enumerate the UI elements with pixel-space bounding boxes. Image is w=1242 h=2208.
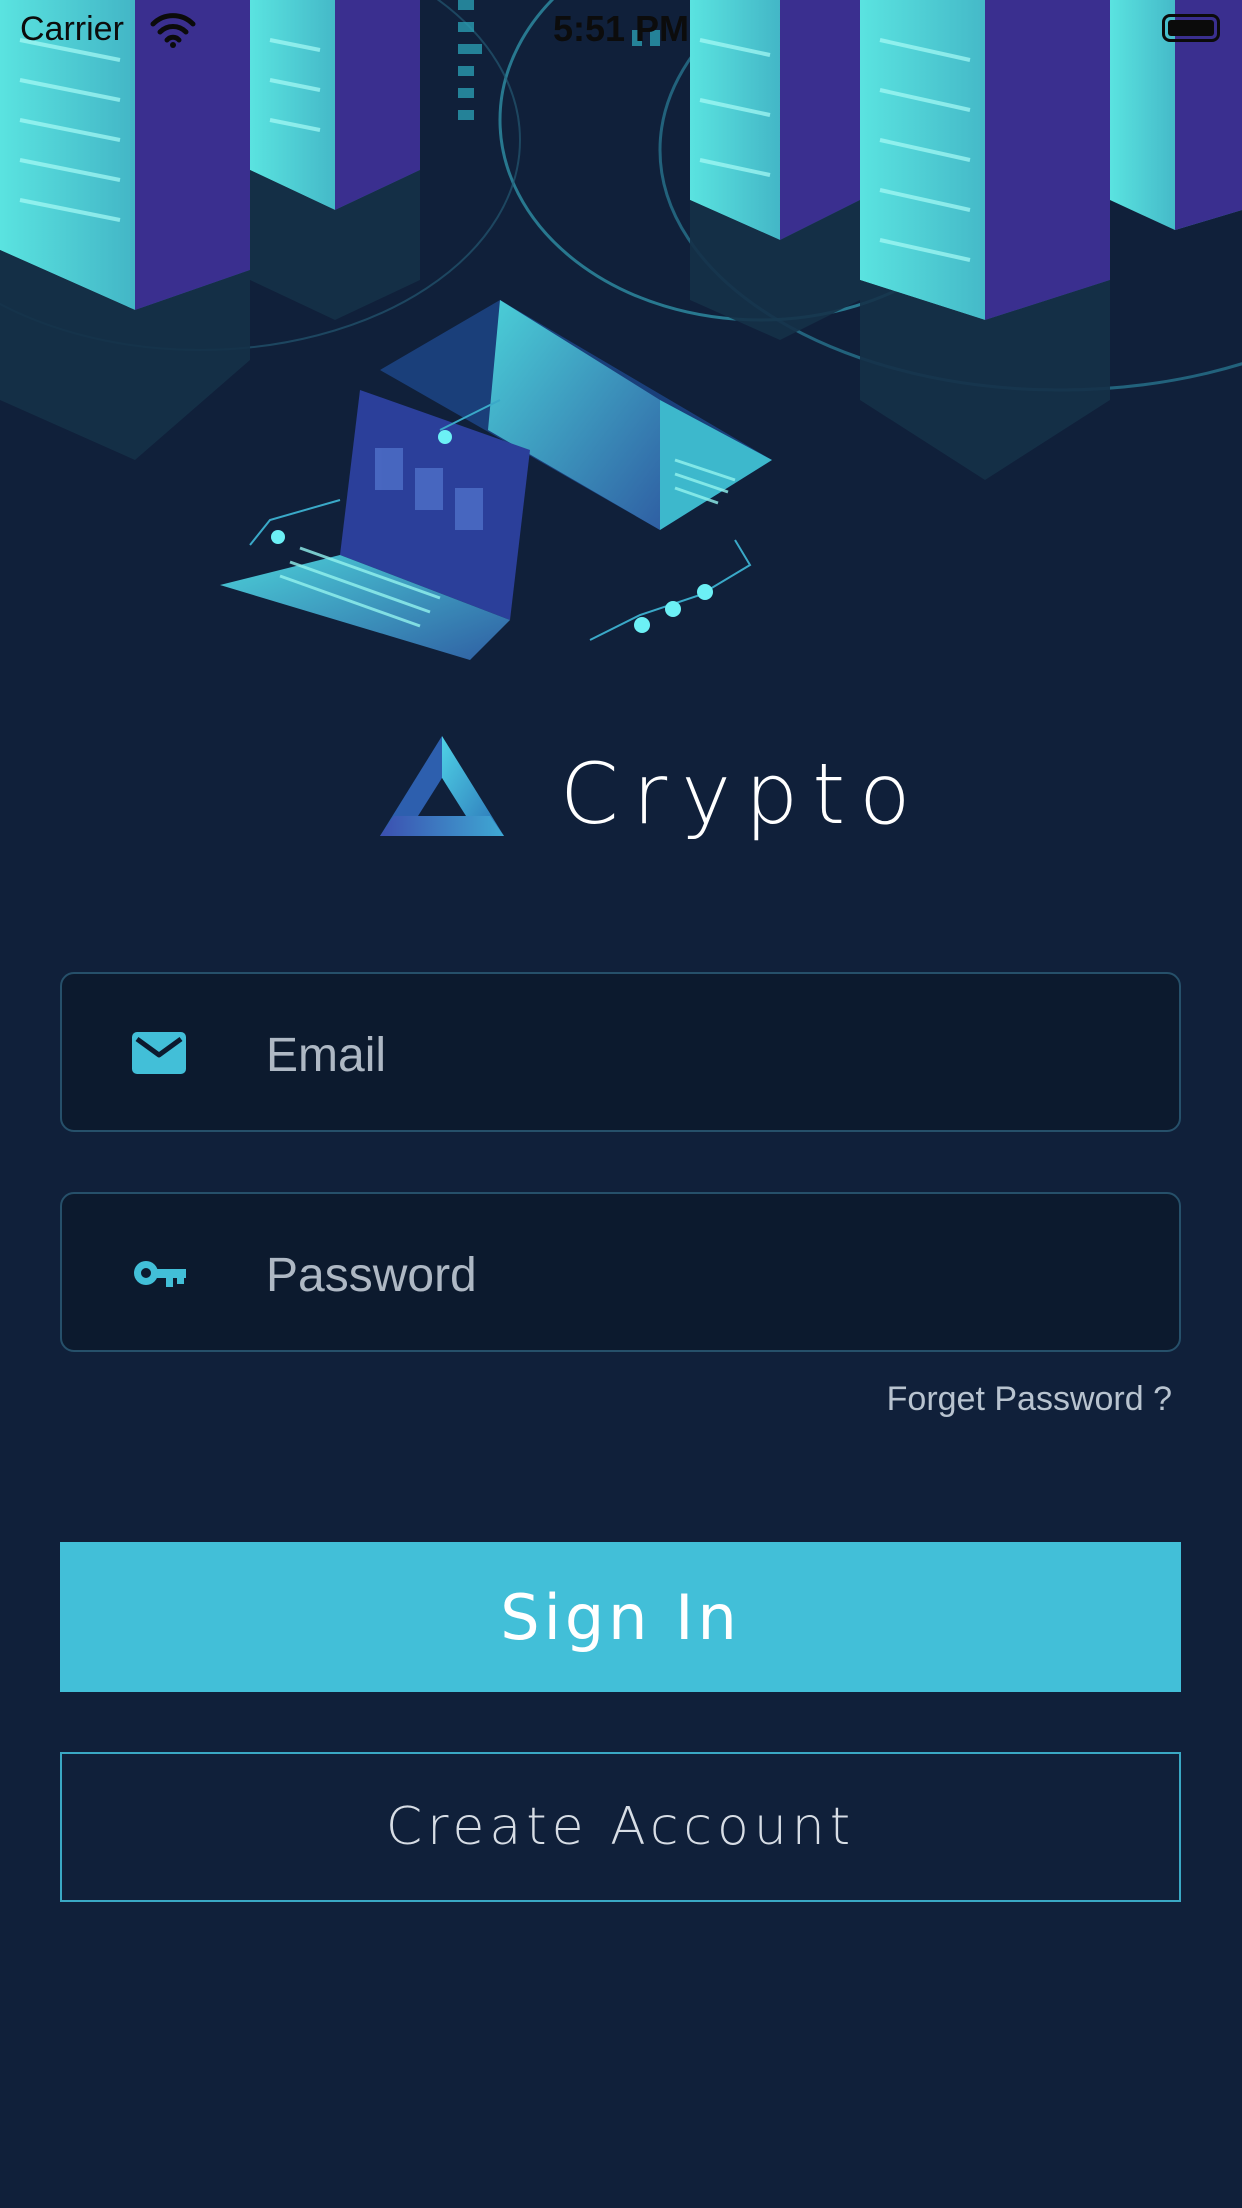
create-account-button[interactable]: Create Account <box>60 1752 1181 1902</box>
status-bar: Carrier 5:51 PM <box>0 0 1242 62</box>
battery-icon <box>1162 14 1220 42</box>
login-screen: Carrier 5:51 PM Crypto Email Forget Pass… <box>0 0 1242 2208</box>
email-input[interactable] <box>264 1014 1128 1096</box>
hero-illustration <box>0 0 1242 660</box>
forgot-password-link[interactable]: Forget Password ? <box>887 1380 1172 1419</box>
mail-icon <box>132 1032 186 1074</box>
app-name: Crypto <box>560 745 925 843</box>
app-logo-icon <box>380 736 504 836</box>
status-time: 5:51 PM <box>552 8 690 49</box>
sign-in-button[interactable]: Sign In <box>60 1542 1181 1692</box>
password-input[interactable] <box>264 1234 1128 1316</box>
password-field[interactable] <box>60 1192 1181 1352</box>
email-field[interactable] <box>60 972 1181 1132</box>
key-icon <box>134 1261 186 1287</box>
brand-header: Crypto <box>0 720 1242 850</box>
